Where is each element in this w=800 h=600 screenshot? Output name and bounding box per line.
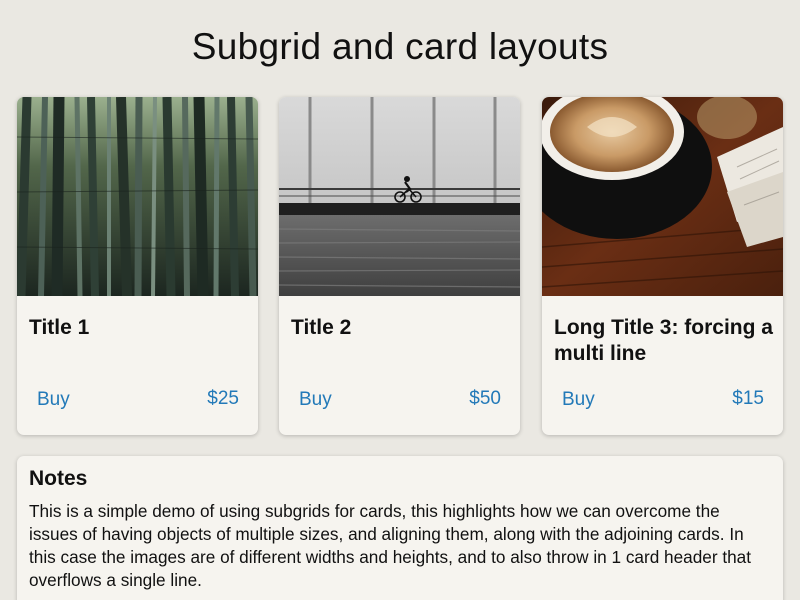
- buy-button[interactable]: Buy: [562, 389, 595, 411]
- card-price: $15: [732, 388, 764, 409]
- buy-button[interactable]: Buy: [37, 389, 70, 411]
- card: Long Title 3: forcing a multi line Buy $…: [542, 97, 783, 435]
- page-title: Subgrid and card layouts: [191, 26, 609, 67]
- coffee-cup-image: [542, 97, 783, 296]
- card-price: $50: [469, 388, 501, 409]
- card: Title 2 Buy $50: [279, 97, 520, 435]
- bamboo-forest-image: [17, 97, 258, 296]
- card-title: Title 2: [291, 316, 352, 339]
- card: Title 1 Buy $25: [17, 97, 258, 435]
- card-title: Long Title 3: forcing a multi line: [554, 316, 773, 365]
- card-price: $25: [207, 388, 239, 409]
- card-title: Title 1: [29, 316, 90, 339]
- buy-button[interactable]: Buy: [299, 389, 332, 411]
- card-grid: Title 1 Buy $25 Title 2 Buy $50 Long Tit…: [17, 97, 783, 435]
- notes-heading: Notes: [29, 467, 88, 490]
- cyclist-on-bridge-image: [279, 97, 520, 296]
- notes-text: This is a simple demo of using subgrids …: [29, 501, 751, 590]
- notes-panel: Notes This is a simple demo of using sub…: [17, 456, 783, 600]
- page: Subgrid and card layouts Title 1 Buy $25…: [0, 0, 800, 600]
